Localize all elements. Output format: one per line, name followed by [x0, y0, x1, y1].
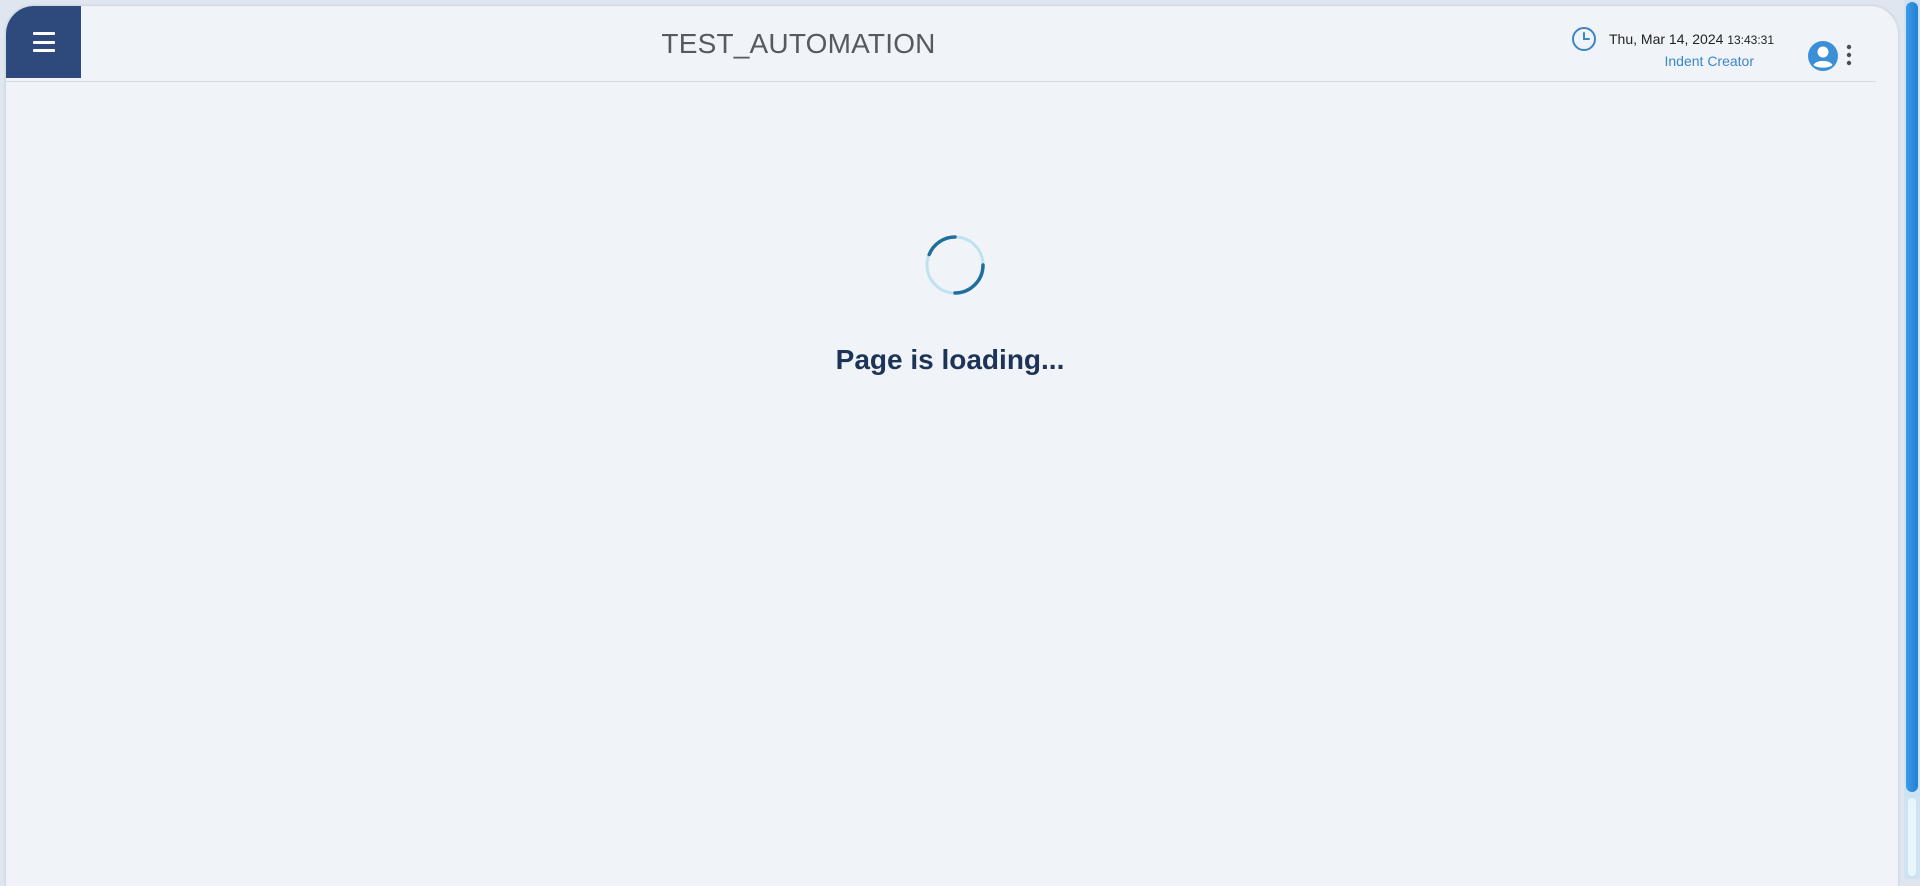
current-datetime: Thu, Mar 14, 2024 13:43:31 — [1609, 31, 1774, 47]
vertical-scrollbar[interactable] — [1904, 0, 1920, 879]
more-vertical-icon[interactable] — [1844, 43, 1854, 67]
scrollbar-track-lower — [1908, 798, 1916, 876]
current-time: 13:43:31 — [1727, 33, 1775, 47]
top-header: TEST_AUTOMATION Thu, Mar 14, 2024 13:43:… — [6, 6, 1876, 82]
clock-icon — [1572, 27, 1596, 51]
user-avatar-icon[interactable] — [1806, 39, 1840, 73]
loading-spinner-icon — [925, 235, 985, 295]
user-role: Indent Creator — [1664, 53, 1755, 69]
app-window: TEST_AUTOMATION Thu, Mar 14, 2024 13:43:… — [6, 6, 1898, 886]
scrollbar-thumb[interactable] — [1906, 2, 1918, 792]
loading-message: Page is loading... — [835, 344, 1065, 375]
app-title: TEST_AUTOMATION — [661, 28, 936, 59]
current-date: Thu, Mar 14, 2024 — [1609, 31, 1724, 47]
